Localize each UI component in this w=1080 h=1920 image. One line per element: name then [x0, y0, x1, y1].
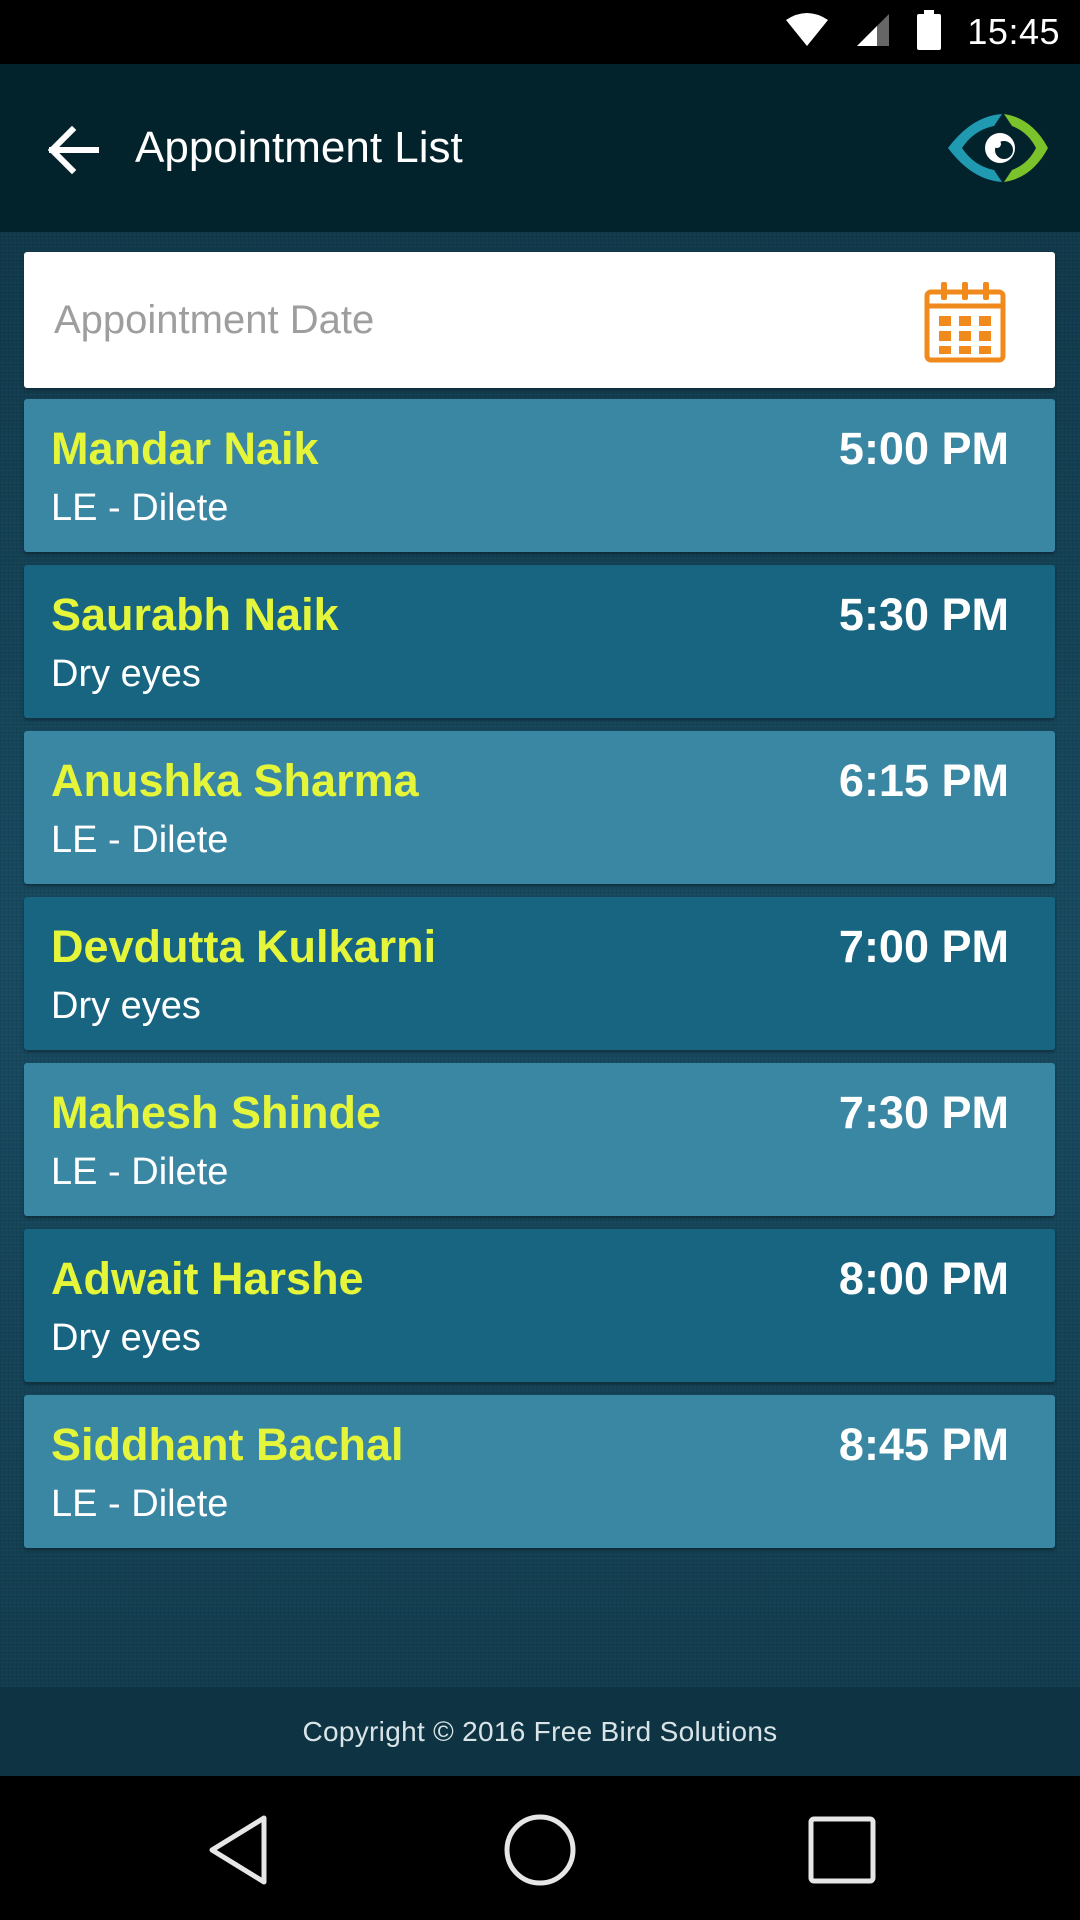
patient-name: Siddhant Bachal	[51, 1419, 404, 1470]
copyright-text: Copyright © 2016 Free Bird Solutions	[302, 1715, 778, 1747]
nav-recents-button[interactable]	[804, 1812, 880, 1888]
eye-logo-icon	[942, 108, 1052, 188]
content-area: Appointment Date Mandar Naik LE - Dilete…	[0, 232, 1080, 1687]
nav-home-button[interactable]	[502, 1812, 578, 1888]
footer: Copyright © 2016 Free Bird Solutions	[0, 1687, 1080, 1776]
patient-name: Mahesh Shinde	[51, 1087, 382, 1138]
appointment-reason: LE - Dilete	[51, 1483, 229, 1525]
appointment-reason: Dry eyes	[51, 1317, 201, 1359]
app-bar: Appointment List	[0, 64, 1080, 232]
appointment-item[interactable]: Siddhant Bachal LE - Dilete 8:45 PM	[24, 1395, 1055, 1548]
appointment-item[interactable]: Mahesh Shinde LE - Dilete 7:30 PM	[24, 1063, 1055, 1216]
appointment-item[interactable]: Adwait Harshe Dry eyes 8:00 PM	[24, 1229, 1055, 1382]
appointment-list: Mandar Naik LE - Dilete 5:00 PM Saurabh …	[24, 399, 1055, 1561]
appointment-reason: Dry eyes	[51, 653, 201, 695]
appointment-item[interactable]: Mandar Naik LE - Dilete 5:00 PM	[24, 399, 1055, 552]
navigation-bar	[0, 1776, 1080, 1920]
appointment-reason: LE - Dilete	[51, 1151, 229, 1193]
appointment-time: 8:00 PM	[838, 1253, 1009, 1304]
appointment-reason: LE - Dilete	[51, 487, 229, 529]
patient-name: Saurabh Naik	[51, 589, 339, 640]
appointment-date-placeholder: Appointment Date	[54, 298, 375, 342]
appointment-time: 5:30 PM	[838, 589, 1009, 640]
appointment-time: 6:15 PM	[838, 755, 1009, 806]
status-time: 15:45	[967, 11, 1060, 52]
appointment-date-field[interactable]: Appointment Date	[24, 252, 1055, 388]
appointment-time: 7:00 PM	[838, 921, 1009, 972]
appointment-reason: Dry eyes	[51, 985, 201, 1027]
appointment-item[interactable]: Anushka Sharma LE - Dilete 6:15 PM	[24, 731, 1055, 884]
screen: 15:45 Appointment List Appointment Date	[0, 0, 1080, 1920]
appointment-time: 5:00 PM	[838, 423, 1009, 474]
nav-recents-icon	[808, 1816, 876, 1884]
page-title: Appointment List	[135, 123, 463, 172]
appointment-time: 8:45 PM	[838, 1419, 1009, 1470]
appointment-item[interactable]: Saurabh Naik Dry eyes 5:30 PM	[24, 565, 1055, 718]
nav-back-button[interactable]	[202, 1812, 278, 1888]
appointment-time: 7:30 PM	[838, 1087, 1009, 1138]
patient-name: Mandar Naik	[51, 423, 319, 474]
status-bar: 15:45	[0, 0, 1080, 64]
patient-name: Anushka Sharma	[51, 755, 419, 806]
status-icons: 15:45	[785, 0, 1060, 64]
nav-back-icon	[209, 1815, 267, 1885]
appointment-item[interactable]: Devdutta Kulkarni Dry eyes 7:00 PM	[24, 897, 1055, 1050]
appointment-reason: LE - Dilete	[51, 819, 229, 861]
cellular-signal-icon	[855, 12, 891, 53]
battery-icon	[917, 9, 942, 55]
back-button[interactable]	[44, 120, 104, 180]
arrow-left-icon	[48, 126, 99, 174]
wifi-icon	[785, 12, 829, 53]
patient-name: Devdutta Kulkarni	[51, 921, 437, 972]
calendar-icon[interactable]	[923, 280, 1007, 364]
nav-home-icon	[504, 1814, 576, 1886]
patient-name: Adwait Harshe	[51, 1253, 364, 1304]
